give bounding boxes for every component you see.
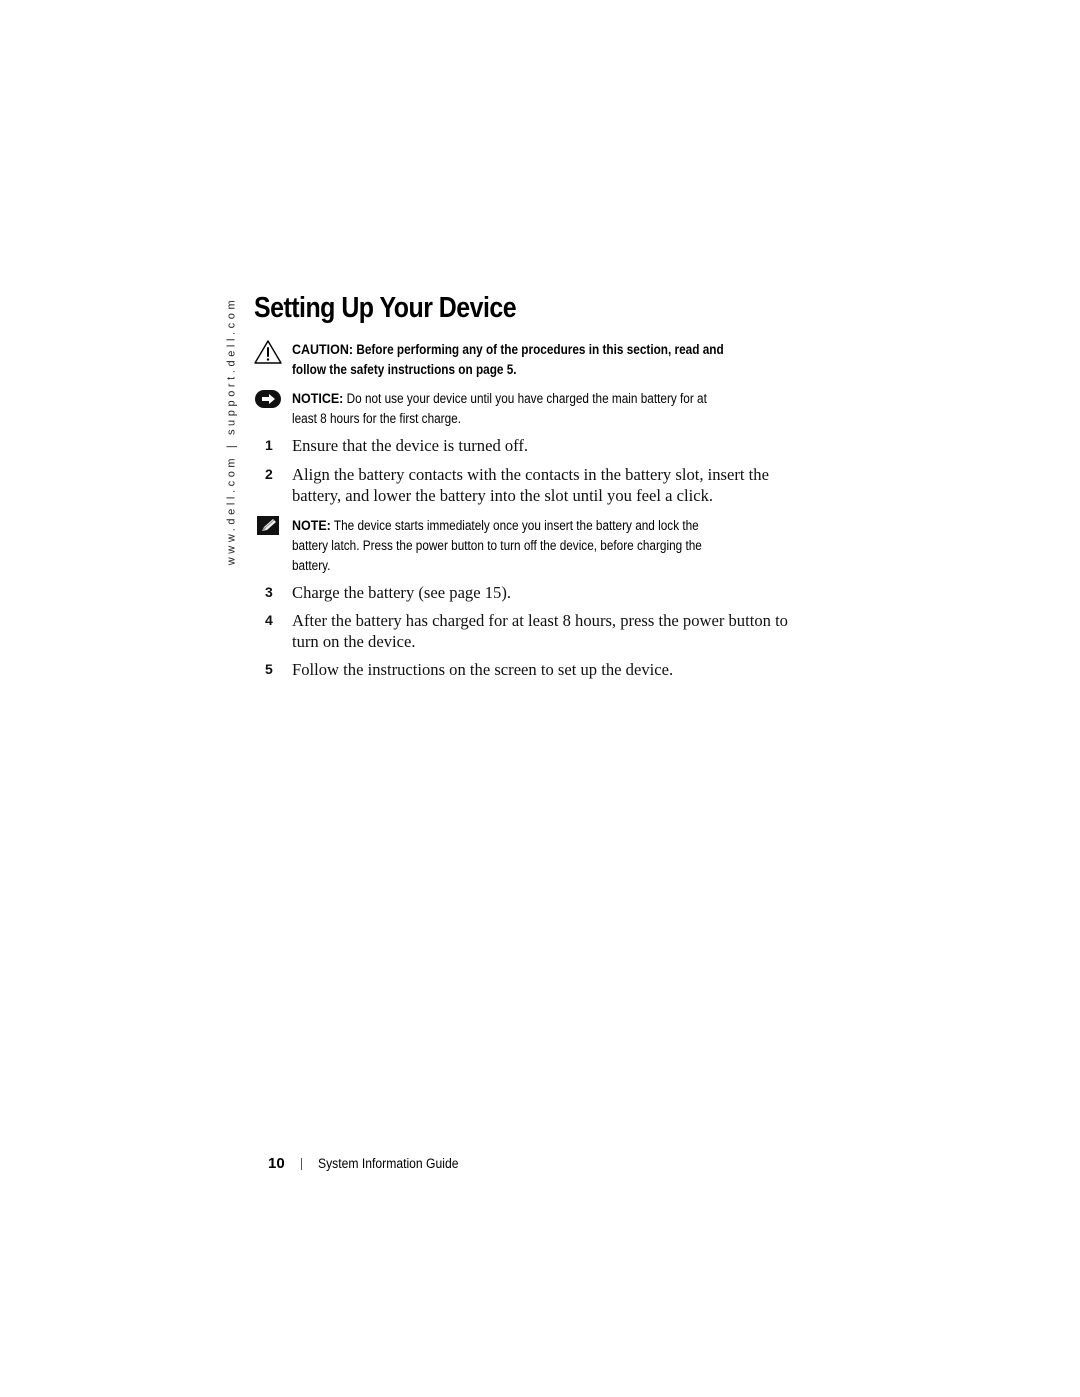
caution-callout: CAUTION: Before performing any of the pr… (254, 340, 794, 380)
page-number: 10 (268, 1155, 285, 1172)
notice-callout: NOTICE: Do not use your device until you… (254, 389, 794, 429)
step-item: 3 Charge the battery (see page 15). (262, 582, 802, 603)
side-url-text: www.dell.com | support.dell.com (225, 296, 237, 566)
steps-list-1: 1 Ensure that the device is turned off. … (262, 435, 802, 506)
side-url-banner: www.dell.com | support.dell.com (221, 297, 241, 566)
footer-divider (300, 1157, 302, 1170)
step-text: Follow the instructions on the screen to… (292, 660, 674, 679)
step-item: 2 Align the battery contacts with the co… (262, 464, 802, 506)
note-text: The device starts immediately once you i… (292, 518, 702, 573)
step-number: 3 (265, 584, 273, 600)
guide-title: System Information Guide (317, 1156, 459, 1171)
page-footer: 10 System Information Guide (268, 1155, 474, 1172)
step-text: After the battery has charged for at lea… (292, 611, 788, 651)
note-text-block: NOTE: The device starts immediately once… (292, 516, 734, 576)
caution-label: CAUTION: (292, 342, 354, 358)
notice-text: Do not use your device until you have ch… (292, 391, 707, 426)
step-number: 4 (265, 612, 273, 628)
step-text: Ensure that the device is turned off. (292, 436, 529, 455)
notice-label: NOTICE: (292, 391, 344, 407)
notice-arrow-icon (254, 389, 292, 413)
pencil-note-icon (254, 516, 292, 540)
warning-triangle-icon (254, 340, 292, 364)
step-text: Charge the battery (see page 15). (292, 583, 512, 602)
steps-list-2: 3 Charge the battery (see page 15). 4 Af… (262, 582, 802, 680)
step-number: 5 (265, 661, 273, 677)
note-label: NOTE: (292, 518, 331, 534)
step-item: 1 Ensure that the device is turned off. (262, 435, 802, 456)
caution-text: Before performing any of the procedures … (292, 342, 724, 377)
note-callout: NOTE: The device starts immediately once… (254, 516, 794, 576)
notice-text-block: NOTICE: Do not use your device until you… (292, 389, 734, 429)
step-item: 5 Follow the instructions on the screen … (262, 659, 802, 680)
page-title: Setting Up Your Device (254, 292, 517, 324)
step-number: 2 (265, 466, 273, 482)
step-number: 1 (265, 437, 273, 453)
step-item: 4 After the battery has charged for at l… (262, 610, 802, 652)
caution-text-block: CAUTION: Before performing any of the pr… (292, 340, 734, 380)
step-text: Align the battery contacts with the cont… (292, 465, 769, 505)
